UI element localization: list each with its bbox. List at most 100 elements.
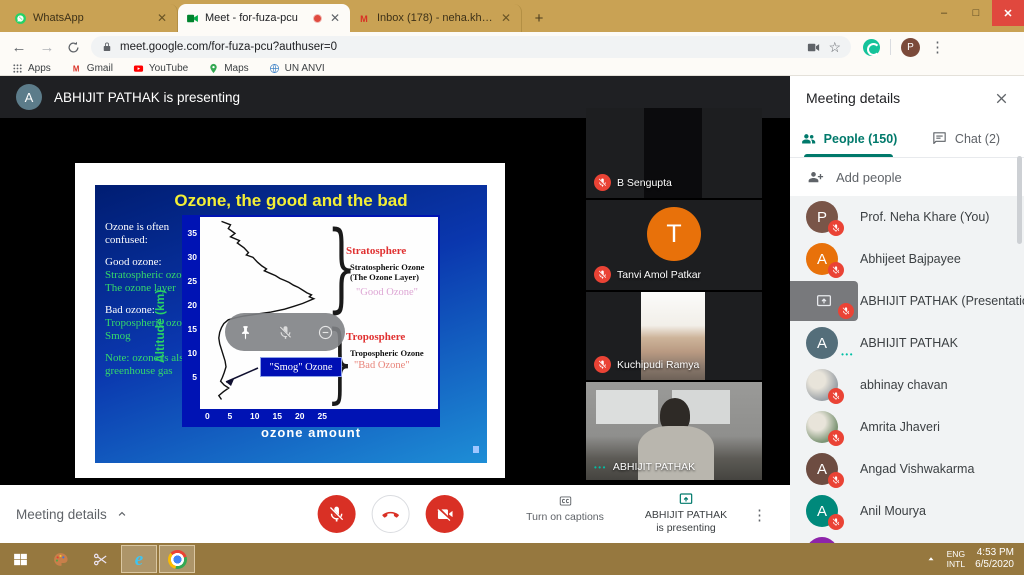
mic-off-badge-icon xyxy=(594,174,611,191)
cc-icon xyxy=(557,494,574,508)
add-people-button[interactable]: Add people xyxy=(790,158,1024,196)
bookmark-label: Apps xyxy=(28,63,51,74)
banner-text: ABHIJIT PATHAK is presenting xyxy=(54,90,240,105)
video-tile-tanvi-amol-patkar[interactable]: TTanvi Amol Patkar xyxy=(586,200,762,290)
maximize-button[interactable]: □ xyxy=(960,0,992,26)
bookmark-maps[interactable]: Maps xyxy=(208,63,248,74)
refresh-icon[interactable] xyxy=(66,40,81,55)
profile-avatar[interactable]: P xyxy=(901,38,920,57)
participant-row-prof-neha-khare-you[interactable]: PProf. Neha Khare (You) xyxy=(790,196,1024,238)
x-tick-label: 5 xyxy=(228,411,233,421)
camera-off-button[interactable] xyxy=(426,495,464,533)
url-text[interactable]: meet.google.com/for-fuza-pcu?authuser=0 xyxy=(120,41,799,53)
bookmark-label: Maps xyxy=(224,63,248,74)
tab-whatsapp[interactable]: WhatsApp✕ xyxy=(6,4,178,32)
meeting-details-label: Meeting details xyxy=(16,507,107,522)
good-ozone-label: "Good Ozone" xyxy=(356,287,418,298)
chrome-taskbar-icon[interactable] xyxy=(159,545,195,573)
back-icon[interactable]: ← xyxy=(10,39,28,56)
microphone-off-button[interactable] xyxy=(318,495,356,533)
participant-row-item[interactable] xyxy=(790,532,1024,543)
hang-up-button[interactable] xyxy=(372,495,410,533)
more-options-icon[interactable]: ⋮ xyxy=(752,506,767,524)
tab-close-icon[interactable]: ✕ xyxy=(328,11,342,25)
bookmark-star-icon[interactable]: ☆ xyxy=(828,39,841,56)
meet-bottom-bar: Meeting details Turn on captions ABHIJIT… xyxy=(0,485,790,543)
tile-name-row: B Sengupta xyxy=(594,174,672,191)
new-tab-button[interactable]: + xyxy=(526,5,552,31)
pin-icon[interactable] xyxy=(237,324,254,341)
participant-name: ABHIJIT PATHAK (Presentation) xyxy=(860,294,1024,308)
video-thumbnails-column: B Sengupta TTanvi Amol Patkar Kuchipudi Ra… xyxy=(586,108,762,482)
participant-row-abhijit-pathak-presentation[interactable]: ABHIJIT PATHAK (Presentation) xyxy=(790,280,1024,322)
y-tick-label: 30 xyxy=(182,252,197,262)
bookmark-gmail[interactable]: MGmail xyxy=(71,63,113,74)
show-hidden-icons[interactable] xyxy=(925,553,937,565)
tab-close-icon[interactable]: ✕ xyxy=(499,11,513,25)
browser-menu-icon[interactable]: ⋮ xyxy=(930,38,945,56)
tab-people[interactable]: People (150) xyxy=(790,120,907,157)
presenting-indicator[interactable]: ABHIJIT PATHAK is presenting xyxy=(634,491,738,535)
bookmark-un-anvi[interactable]: UN ANVI xyxy=(269,63,325,74)
globe-icon xyxy=(269,63,280,74)
mute-participant-icon[interactable] xyxy=(277,324,294,341)
close-panel-icon[interactable] xyxy=(993,90,1010,107)
participant-row-abhinay-chavan[interactable]: abhinay chavan xyxy=(790,364,1024,406)
participant-row-angad-vishwakarma[interactable]: AAngad Vishwakarma xyxy=(790,448,1024,490)
svg-text:M: M xyxy=(360,13,368,23)
windows-logo-icon xyxy=(12,551,29,568)
paint-taskbar-icon[interactable] xyxy=(40,543,80,575)
bookmark-youtube[interactable]: YouTube xyxy=(133,63,188,74)
camera-in-use-icon[interactable] xyxy=(806,40,821,55)
bookmark-label: YouTube xyxy=(149,63,188,74)
tile-hover-controls xyxy=(225,313,345,351)
x-tick-label: 10 xyxy=(250,411,259,421)
remove-participant-icon[interactable] xyxy=(317,324,334,341)
participant-row-anil-mourya[interactable]: AAnil Mourya xyxy=(790,490,1024,532)
bookmark-label: Gmail xyxy=(87,63,113,74)
minimize-button[interactable]: – xyxy=(928,0,960,26)
meet-main-area: A ABHIJIT PATHAK is presenting Ozone, th… xyxy=(0,76,1024,543)
snipping-tool-taskbar-icon[interactable] xyxy=(80,543,120,575)
window-controls: – □ ✕ xyxy=(928,0,1024,26)
mic-off-badge-icon xyxy=(828,388,844,404)
y-tick-label: 5 xyxy=(182,372,197,382)
participant-row-abhijit-pathak[interactable]: A•••ABHIJIT PATHAK xyxy=(790,322,1024,364)
meeting-details-toggle[interactable]: Meeting details xyxy=(16,485,129,543)
tab-close-icon[interactable]: ✕ xyxy=(155,11,169,25)
presentation-tile[interactable]: Ozone, the good and the bad Ozone is oft… xyxy=(75,163,505,478)
extension-icon[interactable] xyxy=(863,39,880,56)
tab-title: Meet - for-fuza-pcu xyxy=(205,12,307,24)
video-tile-kuchipudi-ramya[interactable]: Kuchipudi Ramya xyxy=(586,292,762,380)
tab-meet-for-fuza-pcu[interactable]: Meet - for-fuza-pcu ✕ xyxy=(178,4,350,32)
bookmark-apps[interactable]: Apps xyxy=(12,63,51,74)
tile-participant-name: Tanvi Amol Patkar xyxy=(617,269,701,281)
video-tile-b-sengupta[interactable]: B Sengupta xyxy=(586,108,762,198)
language-indicator[interactable]: ENG INTL xyxy=(947,549,965,569)
tab-chat[interactable]: Chat (2) xyxy=(907,120,1024,157)
participant-row-abhijeet-bajpayee[interactable]: AAbhijeet Bajpayee xyxy=(790,238,1024,280)
panel-scrollbar[interactable] xyxy=(1017,156,1022,244)
paint-icon xyxy=(52,551,69,568)
video-tile-abhijit-pathak[interactable]: •••ABHIJIT PATHAK xyxy=(586,382,762,480)
tile-participant-name: Kuchipudi Ramya xyxy=(617,359,699,371)
captions-control[interactable]: Turn on captions xyxy=(516,494,614,523)
avatar: P xyxy=(806,201,838,233)
y-tick-label: 35 xyxy=(182,228,197,238)
tab-inbox-178-neha-khare-kccem[interactable]: MInbox (178) - neha.khare@kccem✕ xyxy=(350,4,522,32)
maps-pin-icon xyxy=(208,63,219,74)
forward-icon[interactable]: → xyxy=(38,39,56,56)
people-tab-label: People (150) xyxy=(824,132,898,146)
close-button[interactable]: ✕ xyxy=(992,0,1024,26)
troposphere-label: Troposphere xyxy=(346,331,405,343)
internet-explorer-taskbar-icon[interactable]: e xyxy=(121,545,157,573)
apps-grid-icon xyxy=(12,63,23,74)
taskbar-clock[interactable]: 4:53 PM 6/5/2020 xyxy=(975,547,1014,571)
y-tick-label: 15 xyxy=(182,324,197,334)
mic-off-badge-icon xyxy=(828,262,844,278)
avatar xyxy=(806,537,838,543)
x-tick-label: 15 xyxy=(273,411,282,421)
address-bar[interactable]: meet.google.com/for-fuza-pcu?authuser=0 … xyxy=(91,36,851,58)
start-button[interactable] xyxy=(0,543,40,575)
participant-row-amrita-jhaveri[interactable]: Amrita Jhaveri xyxy=(790,406,1024,448)
